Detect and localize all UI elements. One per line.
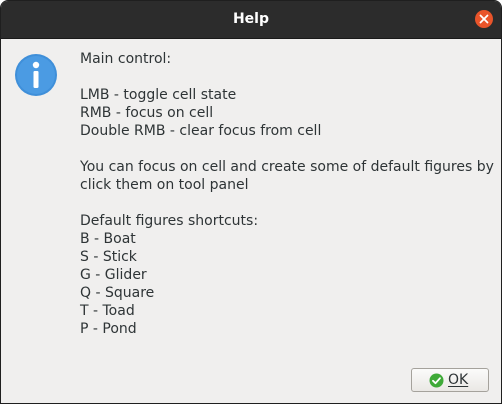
check-circle-icon bbox=[429, 373, 444, 388]
shortcut-line: Q - Square bbox=[80, 285, 155, 301]
shortcuts-heading: Default figures shortcuts: bbox=[80, 213, 259, 229]
focus-hint-line: click them on tool panel bbox=[80, 177, 249, 193]
control-line: RMB - focus on cell bbox=[80, 105, 214, 121]
shortcut-line: T - Toad bbox=[80, 303, 135, 319]
help-dialog: Help Main control: LMB - toggle cell sta… bbox=[0, 0, 502, 404]
control-line: Double RMB - clear focus from cell bbox=[80, 123, 322, 139]
shortcut-line: P - Pond bbox=[80, 321, 137, 337]
close-button[interactable] bbox=[475, 10, 493, 28]
focus-hint-line: You can focus on cell and create some of… bbox=[80, 159, 494, 175]
dialog-title: Help bbox=[232, 11, 270, 27]
main-control-heading: Main control: bbox=[80, 51, 172, 67]
help-message: Main control: LMB - toggle cell state RM… bbox=[80, 50, 495, 338]
info-icon bbox=[14, 53, 58, 97]
close-icon bbox=[479, 14, 489, 24]
dialog-content: Main control: LMB - toggle cell state RM… bbox=[1, 39, 501, 403]
shortcut-line: B - Boat bbox=[80, 231, 136, 247]
ok-button-label: OK bbox=[448, 372, 469, 388]
shortcut-line: S - Stick bbox=[80, 249, 137, 265]
title-bar[interactable]: Help bbox=[1, 1, 501, 39]
control-line: LMB - toggle cell state bbox=[80, 87, 237, 103]
shortcut-line: G - Glider bbox=[80, 267, 147, 283]
ok-button[interactable]: OK bbox=[411, 368, 489, 392]
